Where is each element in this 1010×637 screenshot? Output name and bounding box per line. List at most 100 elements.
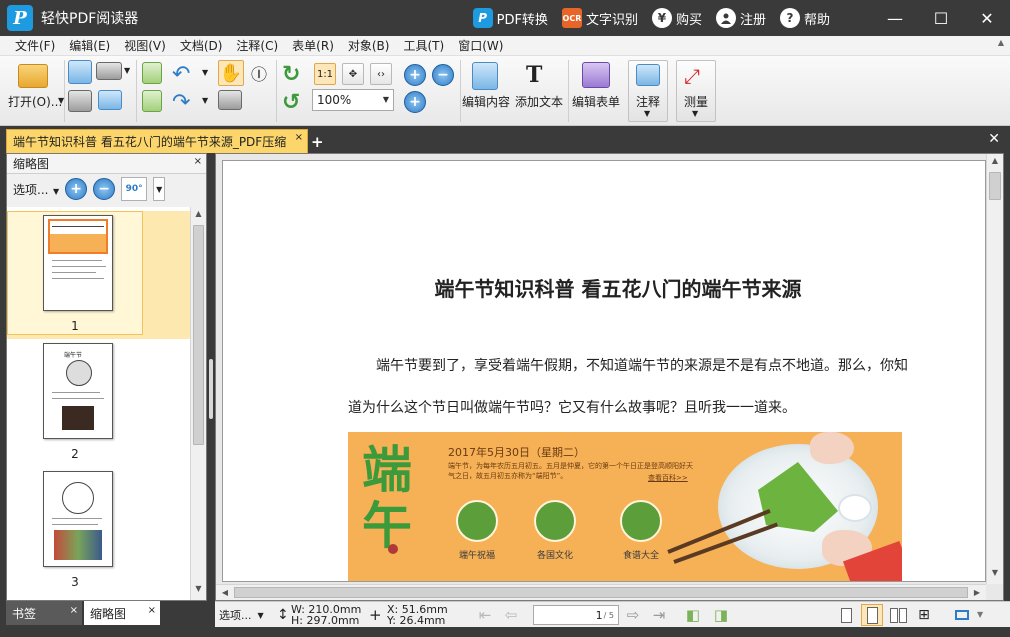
select-text-button[interactable]: Ⓘ	[246, 60, 272, 86]
tab-active-document[interactable]: 端午节知识科普 看五花八门的端午节来源_PDF压缩 ×	[6, 129, 308, 153]
scroll-thumb[interactable]	[234, 587, 968, 598]
vscroll-track[interactable]: ▲ ▼	[987, 154, 1003, 584]
window-bottom-edge	[0, 627, 1010, 637]
annotate-dropdown-icon[interactable]: ▼	[644, 109, 650, 118]
menu-comment[interactable]: 注释(C)	[229, 37, 285, 54]
register-button[interactable]: 注册	[715, 8, 766, 28]
close-all-icon[interactable]: ✕	[988, 131, 1000, 147]
continuous-view-button[interactable]	[861, 604, 883, 626]
menu-file[interactable]: 文件(F)	[8, 37, 62, 54]
scroll-up-icon[interactable]: ▲	[987, 156, 1003, 170]
zoom-out-button[interactable]: −	[432, 64, 454, 86]
add-text-button[interactable]: T	[526, 62, 542, 88]
menu-object[interactable]: 对象(B)	[341, 37, 397, 54]
print-button[interactable]	[68, 90, 92, 112]
thumbnails-close-icon[interactable]: ×	[148, 605, 156, 616]
buy-button[interactable]: ¥ 购买	[651, 8, 702, 28]
zoom-in-button[interactable]: +	[404, 91, 426, 113]
redo-button[interactable]: ↷	[172, 90, 190, 115]
toolbar-separator	[136, 60, 137, 122]
panel-close-icon[interactable]: ×	[194, 156, 202, 167]
single-page-view-button[interactable]	[835, 604, 857, 626]
menu-edit[interactable]: 编辑(E)	[62, 37, 117, 54]
edit-form-button[interactable]	[582, 62, 610, 88]
undo-dropdown-icon[interactable]: ▼	[202, 68, 208, 77]
previous-view-button[interactable]: ◧	[683, 605, 703, 625]
menu-form[interactable]: 表单(R)	[285, 37, 341, 54]
thumb-enlarge-button[interactable]: +	[65, 178, 88, 200]
scroll-up-icon[interactable]: ▲	[191, 209, 206, 223]
continuous-facing-view-button[interactable]: ⊞	[913, 604, 935, 626]
panel-options-button[interactable]: 选项... ▼	[13, 181, 59, 198]
tab-thumbnails[interactable]: 缩略图 ×	[84, 601, 160, 625]
pdf-page[interactable]: 端午节知识科普 看五花八门的端午节来源 端午节要到了，享受着端午假期，不知道端午…	[222, 160, 986, 582]
thumbnail-page-1[interactable]: 1	[7, 211, 190, 339]
last-page-button[interactable]: ⇥	[649, 605, 669, 625]
next-view-button[interactable]: ◨	[711, 605, 731, 625]
fit-page-icon: ✥	[348, 68, 358, 80]
status-options-button[interactable]: 选项... ▼	[219, 602, 264, 628]
facing-view-button[interactable]	[887, 604, 909, 626]
thumbnail-page-3[interactable]: 3	[7, 467, 190, 595]
minimize-button[interactable]: —	[872, 0, 918, 36]
email-button[interactable]	[98, 90, 122, 110]
menu-collapse-icon[interactable]: ▲	[998, 38, 1004, 47]
help-button[interactable]: ? 帮助	[779, 8, 830, 28]
panel-splitter[interactable]	[207, 153, 215, 627]
actual-size-button[interactable]: 1:1	[314, 63, 336, 85]
app-logo-icon: P	[7, 5, 33, 31]
zoom-marquee-button[interactable]: +	[404, 64, 426, 86]
new-tab-button[interactable]: +	[311, 133, 324, 151]
export-button[interactable]	[142, 62, 162, 84]
menu-window[interactable]: 窗口(W)	[451, 37, 510, 54]
display-mode-button[interactable]	[951, 604, 973, 626]
pdf-convert-button[interactable]: P PDF转换	[472, 8, 548, 28]
first-page-button[interactable]: ⇤	[475, 605, 495, 625]
scroll-right-icon[interactable]: ▶	[970, 585, 984, 601]
tab-close-icon[interactable]: ×	[295, 132, 303, 143]
thumb-rotate-button[interactable]: 90°	[121, 177, 148, 201]
rotate-cw-button[interactable]: ↻	[282, 62, 300, 87]
menu-document[interactable]: 文档(D)	[173, 37, 230, 54]
scroll-down-icon[interactable]: ▼	[987, 568, 1003, 582]
bookmarks-close-icon[interactable]: ×	[70, 605, 78, 616]
scroll-thumb[interactable]	[193, 225, 204, 445]
scan-dropdown-icon[interactable]: ▼	[124, 66, 130, 75]
last-page-icon: ⇥	[652, 606, 666, 624]
prev-page-button[interactable]: ⇦	[501, 605, 521, 625]
fit-width-button[interactable]: ‹›	[370, 63, 392, 85]
display-mode-dropdown-icon[interactable]: ▼	[977, 610, 983, 619]
thumbnail-scrollbar[interactable]: ▲ ▼	[190, 207, 206, 600]
measure-dropdown-icon[interactable]: ▼	[692, 109, 698, 118]
hand-tool-button[interactable]: ✋	[218, 60, 244, 86]
zoom-select[interactable]: 100% ▼	[312, 89, 394, 111]
page-number-input[interactable]: 1 / 5	[533, 605, 619, 625]
rotate-ccw-button[interactable]: ↺	[282, 90, 300, 115]
thumbnail-page-2[interactable]: 端午节 2	[7, 339, 190, 467]
edit-content-button[interactable]	[472, 62, 498, 90]
fit-page-button[interactable]: ✥	[342, 63, 364, 85]
banner-more-link[interactable]: 查看百科>>	[648, 473, 688, 483]
redo-dropdown-icon[interactable]: ▼	[202, 96, 208, 105]
tab-bookmarks[interactable]: 书签 ×	[6, 601, 82, 625]
rotate-dropdown-icon[interactable]: ▼	[153, 177, 166, 201]
close-button[interactable]: ✕	[964, 0, 1010, 36]
save-button[interactable]	[68, 60, 92, 84]
scroll-left-icon[interactable]: ◀	[218, 585, 232, 601]
scroll-down-icon[interactable]: ▼	[191, 584, 206, 598]
scroll-thumb[interactable]	[989, 172, 1001, 200]
menu-view[interactable]: 视图(V)	[117, 37, 173, 54]
undo-button[interactable]: ↶	[172, 62, 190, 87]
scan-button[interactable]	[96, 62, 122, 80]
import-button[interactable]	[142, 90, 162, 112]
snapshot-button[interactable]	[218, 90, 242, 110]
maximize-button[interactable]: ☐	[918, 0, 964, 36]
ocr-button[interactable]: OCR 文字识别	[561, 8, 638, 28]
open-button[interactable]	[18, 64, 48, 88]
menu-tools[interactable]: 工具(T)	[396, 37, 451, 54]
splitter-grip[interactable]	[209, 359, 213, 419]
document-vertical-scrollbar[interactable]: ▲ ▼	[986, 154, 1003, 584]
next-page-button[interactable]: ⇨	[623, 605, 643, 625]
thumb-shrink-button[interactable]: −	[93, 178, 116, 200]
document-horizontal-scrollbar[interactable]: ◀ ▶	[216, 584, 986, 600]
